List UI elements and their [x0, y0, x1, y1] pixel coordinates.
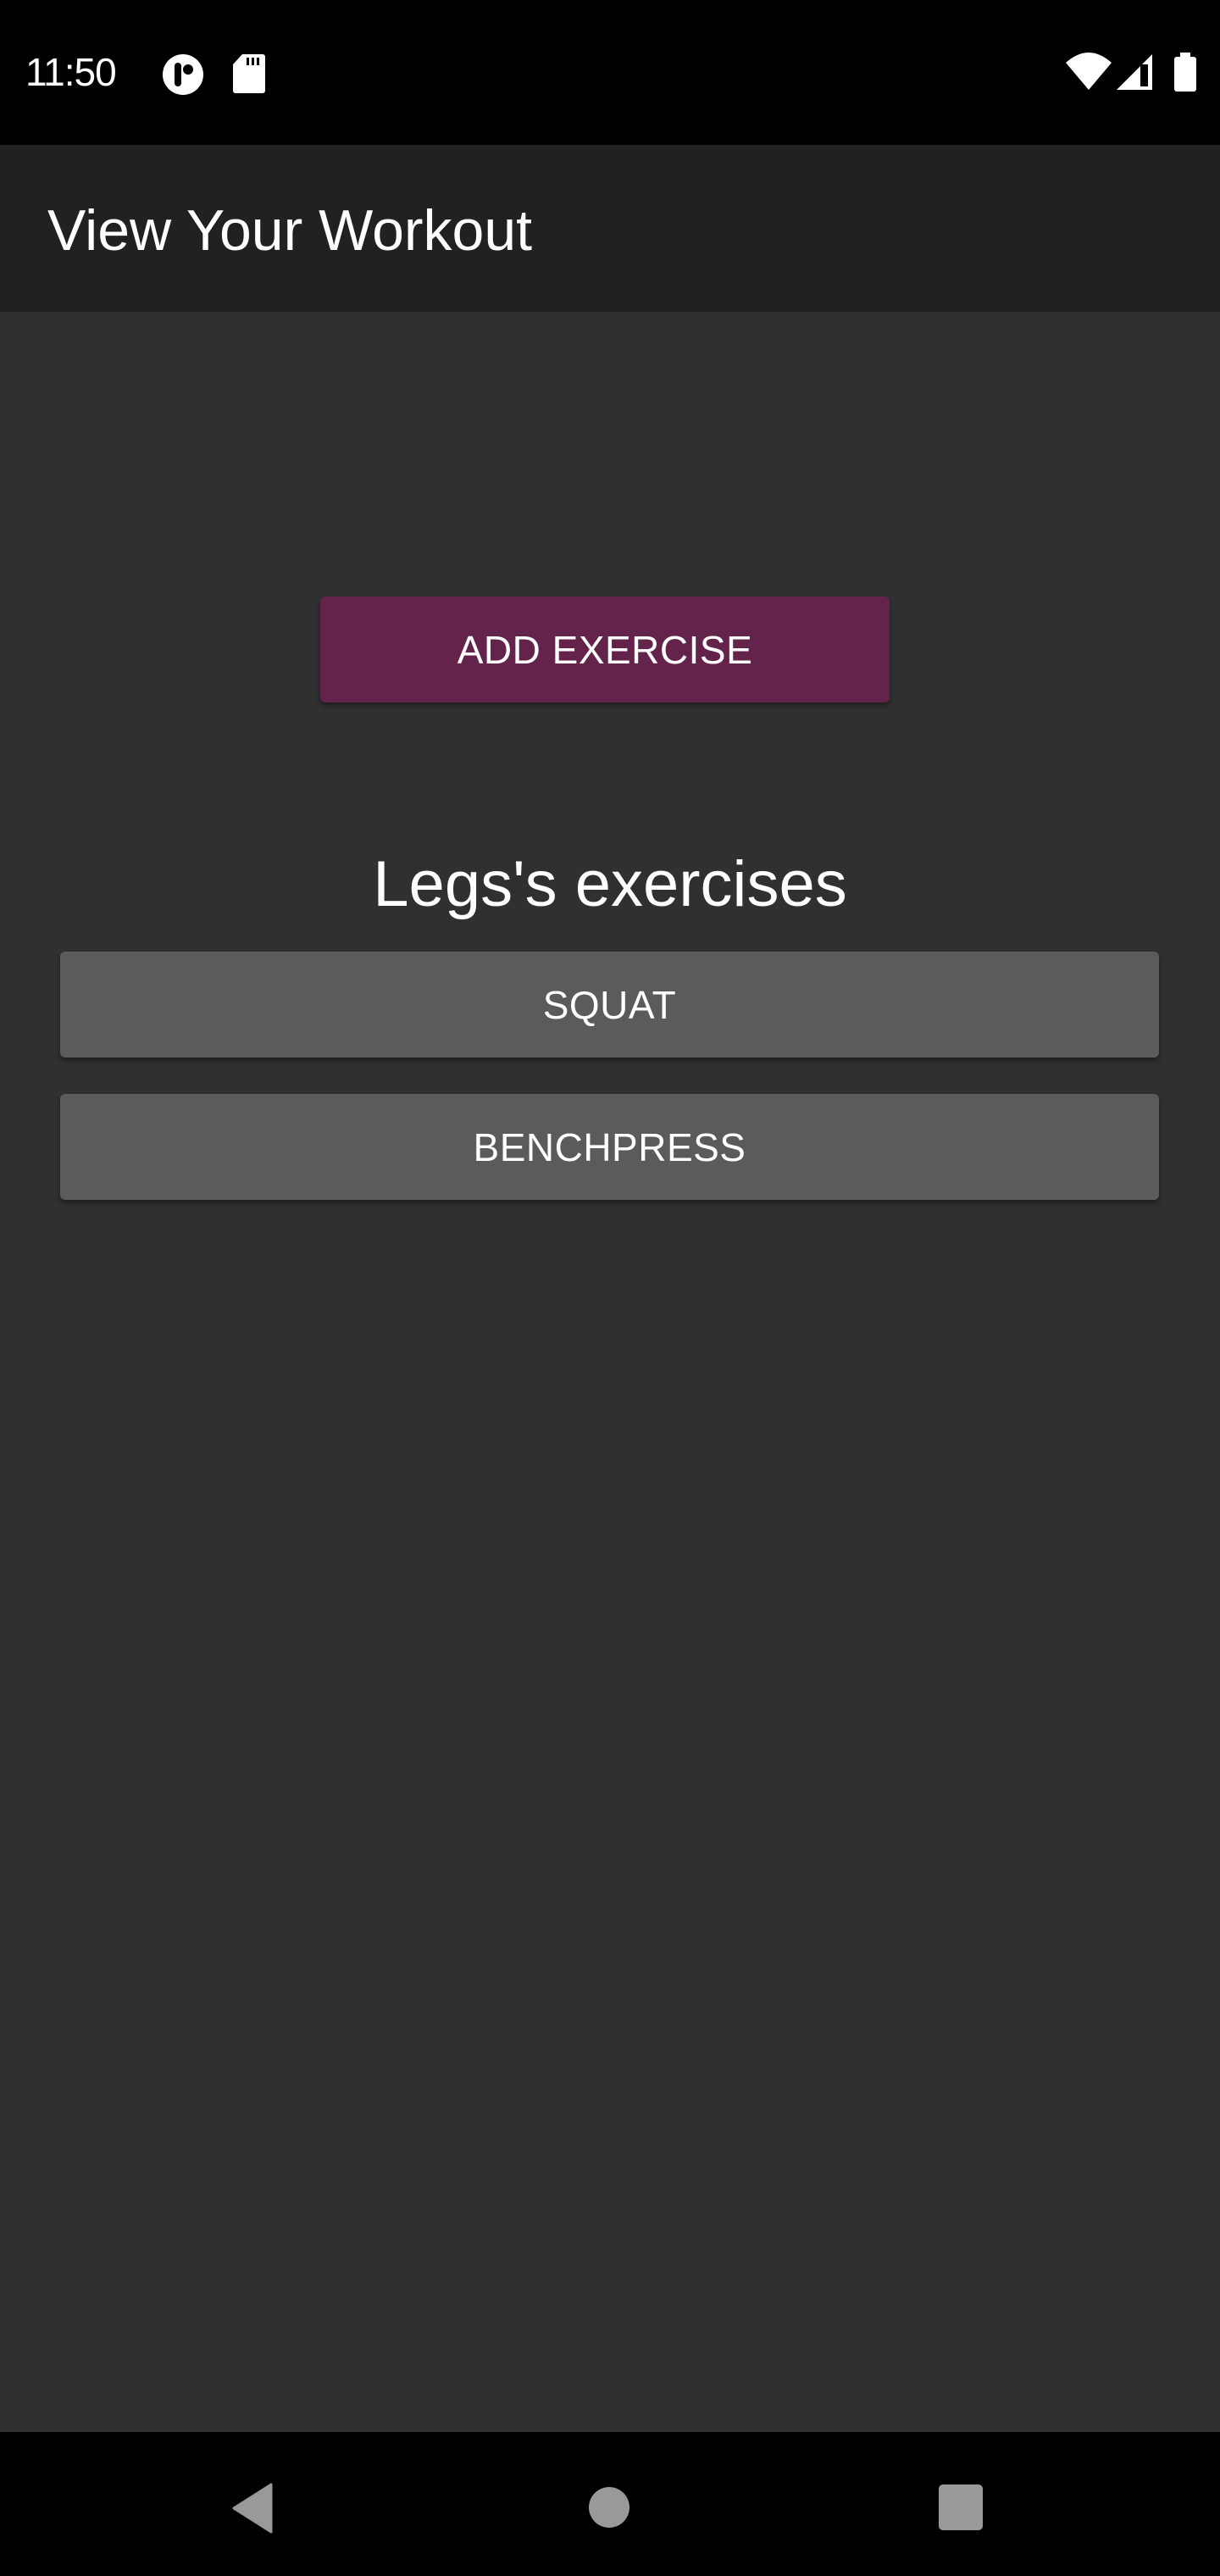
battery-icon — [1173, 53, 1198, 96]
app-bar: View Your Workout — [0, 145, 1220, 312]
navigation-bar — [0, 2432, 1220, 2576]
exercise-button-benchpress[interactable]: BENCHPRESS — [60, 1094, 1159, 1200]
status-bar: 11:50 — [0, 0, 1220, 145]
recents-icon[interactable] — [939, 2484, 983, 2534]
exercise-button-squat[interactable]: SQUAT — [60, 952, 1159, 1058]
notification-app-icon — [161, 53, 205, 101]
section-title: Legs's exercises — [373, 848, 847, 920]
page-title: View Your Workout — [47, 198, 533, 263]
wifi-icon — [1066, 53, 1112, 96]
home-icon[interactable] — [588, 2486, 630, 2533]
sd-card-icon — [232, 53, 266, 97]
status-time: 11:50 — [25, 50, 117, 94]
cell-signal-icon — [1115, 53, 1154, 96]
add-exercise-button[interactable]: ADD EXERCISE — [320, 597, 890, 702]
back-icon[interactable] — [232, 2483, 274, 2538]
